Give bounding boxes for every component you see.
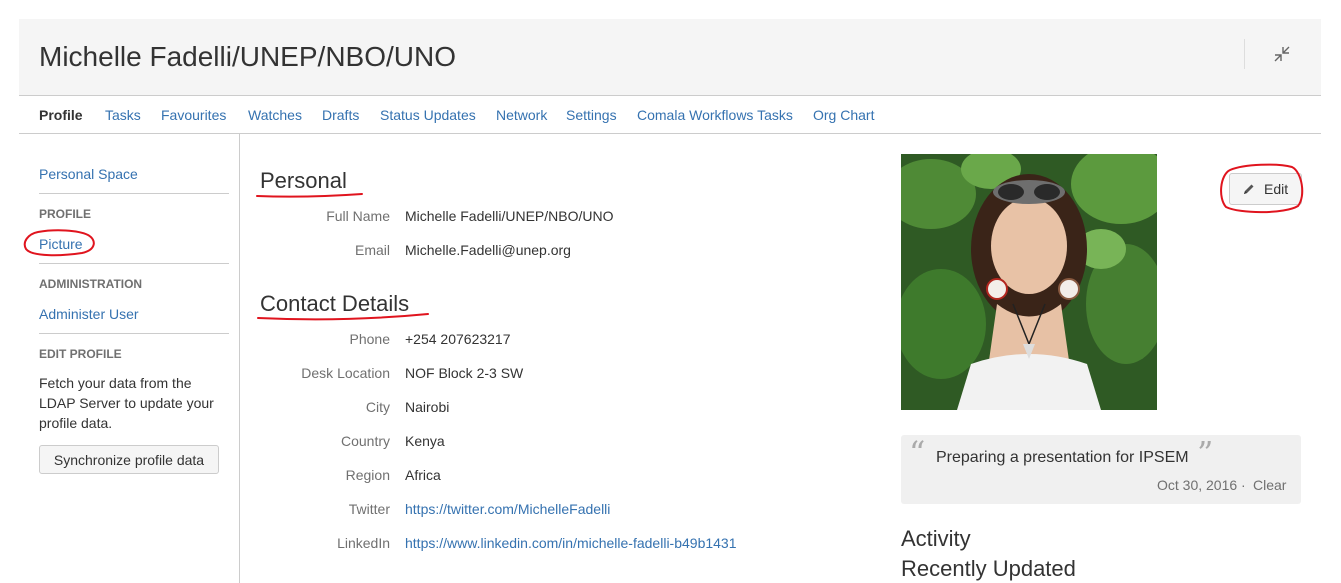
tab-tasks[interactable]: Tasks <box>105 107 141 123</box>
tab-favourites[interactable]: Favourites <box>161 107 226 123</box>
sidebar-item-administer-user[interactable]: Administer User <box>39 305 139 323</box>
sidebar-item-personal-space[interactable]: Personal Space <box>39 165 138 183</box>
header-divider <box>1244 39 1245 69</box>
personal-heading: Personal <box>260 168 347 193</box>
edit-profile-description: Fetch your data from the LDAP Server to … <box>39 375 214 431</box>
tab-profile[interactable]: Profile <box>39 107 83 123</box>
sidebar-item-picture[interactable]: Picture <box>39 235 83 253</box>
profile-page: Michelle Fadelli/UNEP/NBO/UNO Profile Ta… <box>19 19 1321 583</box>
tab-comala-workflows-tasks[interactable]: Comala Workflows Tasks <box>637 107 793 123</box>
profile-picture[interactable] <box>901 154 1157 410</box>
recently-updated-heading: Recently Updated <box>901 556 1076 581</box>
sidebar-heading-edit-profile: EDIT PROFILE <box>39 347 122 361</box>
twitter-link[interactable]: https://twitter.com/MichelleFadelli <box>405 500 610 518</box>
phone-label: Phone <box>349 331 390 347</box>
country-value: Kenya <box>405 433 445 449</box>
tab-org-chart[interactable]: Org Chart <box>813 107 874 123</box>
profile-tabs: Profile Tasks Favourites Watches Drafts … <box>19 95 1321 134</box>
desk-location-label: Desk Location <box>301 365 390 381</box>
region-value: Africa <box>405 467 441 483</box>
edit-button-label: Edit <box>1264 181 1289 197</box>
edit-profile-button[interactable]: Edit <box>1229 173 1302 205</box>
close-quote-icon: ” <box>1197 434 1214 472</box>
clear-status-link[interactable]: Clear <box>1253 477 1286 493</box>
open-quote-icon: “ <box>909 434 926 472</box>
full-name-value: Michelle Fadelli/UNEP/NBO/UNO <box>405 208 614 224</box>
email-label: Email <box>354 242 390 258</box>
tab-drafts[interactable]: Drafts <box>322 107 359 123</box>
city-label: City <box>365 399 390 415</box>
sidebar: Personal Space PROFILE Picture ADMINISTR… <box>19 134 240 583</box>
phone-value: +254 207623217 <box>405 331 511 347</box>
tab-network[interactable]: Network <box>496 107 547 123</box>
page-header: Michelle Fadelli/UNEP/NBO/UNO <box>19 19 1321 95</box>
status-update: “ Preparing a presentation for IPSEM ” O… <box>901 435 1301 504</box>
tab-status-updates[interactable]: Status Updates <box>380 107 476 123</box>
sidebar-divider <box>39 263 229 264</box>
sidebar-heading-administration: ADMINISTRATION <box>39 277 143 291</box>
sidebar-divider <box>39 193 229 194</box>
desk-location-value: NOF Block 2-3 SW <box>405 365 524 381</box>
synchronize-profile-button[interactable]: Synchronize profile data <box>39 445 219 474</box>
contact-details-heading: Contact Details <box>260 291 410 316</box>
sidebar-heading-profile: PROFILE <box>39 207 92 221</box>
sidebar-divider <box>39 333 229 334</box>
profile-photo-image <box>901 154 1157 410</box>
collapse-icon[interactable] <box>1273 45 1291 63</box>
status-separator: · <box>1241 477 1246 493</box>
email-value: Michelle.Fadelli@unep.org <box>405 242 571 258</box>
tab-watches[interactable]: Watches <box>248 107 302 123</box>
activity-heading: Activity <box>901 526 971 551</box>
region-label: Region <box>345 467 390 483</box>
status-date: Oct 30, 2016 <box>1157 477 1238 493</box>
status-text: Preparing a presentation for IPSEM <box>936 449 1189 466</box>
full-name-label: Full Name <box>326 208 390 224</box>
pencil-icon <box>1244 184 1254 194</box>
page-title: Michelle Fadelli/UNEP/NBO/UNO <box>39 41 456 72</box>
country-label: Country <box>340 433 390 449</box>
linkedin-label: LinkedIn <box>337 535 390 551</box>
twitter-label: Twitter <box>348 501 390 517</box>
linkedin-link[interactable]: https://www.linkedin.com/in/michelle-fad… <box>405 534 737 552</box>
city-value: Nairobi <box>405 399 450 415</box>
tab-settings[interactable]: Settings <box>566 107 617 123</box>
